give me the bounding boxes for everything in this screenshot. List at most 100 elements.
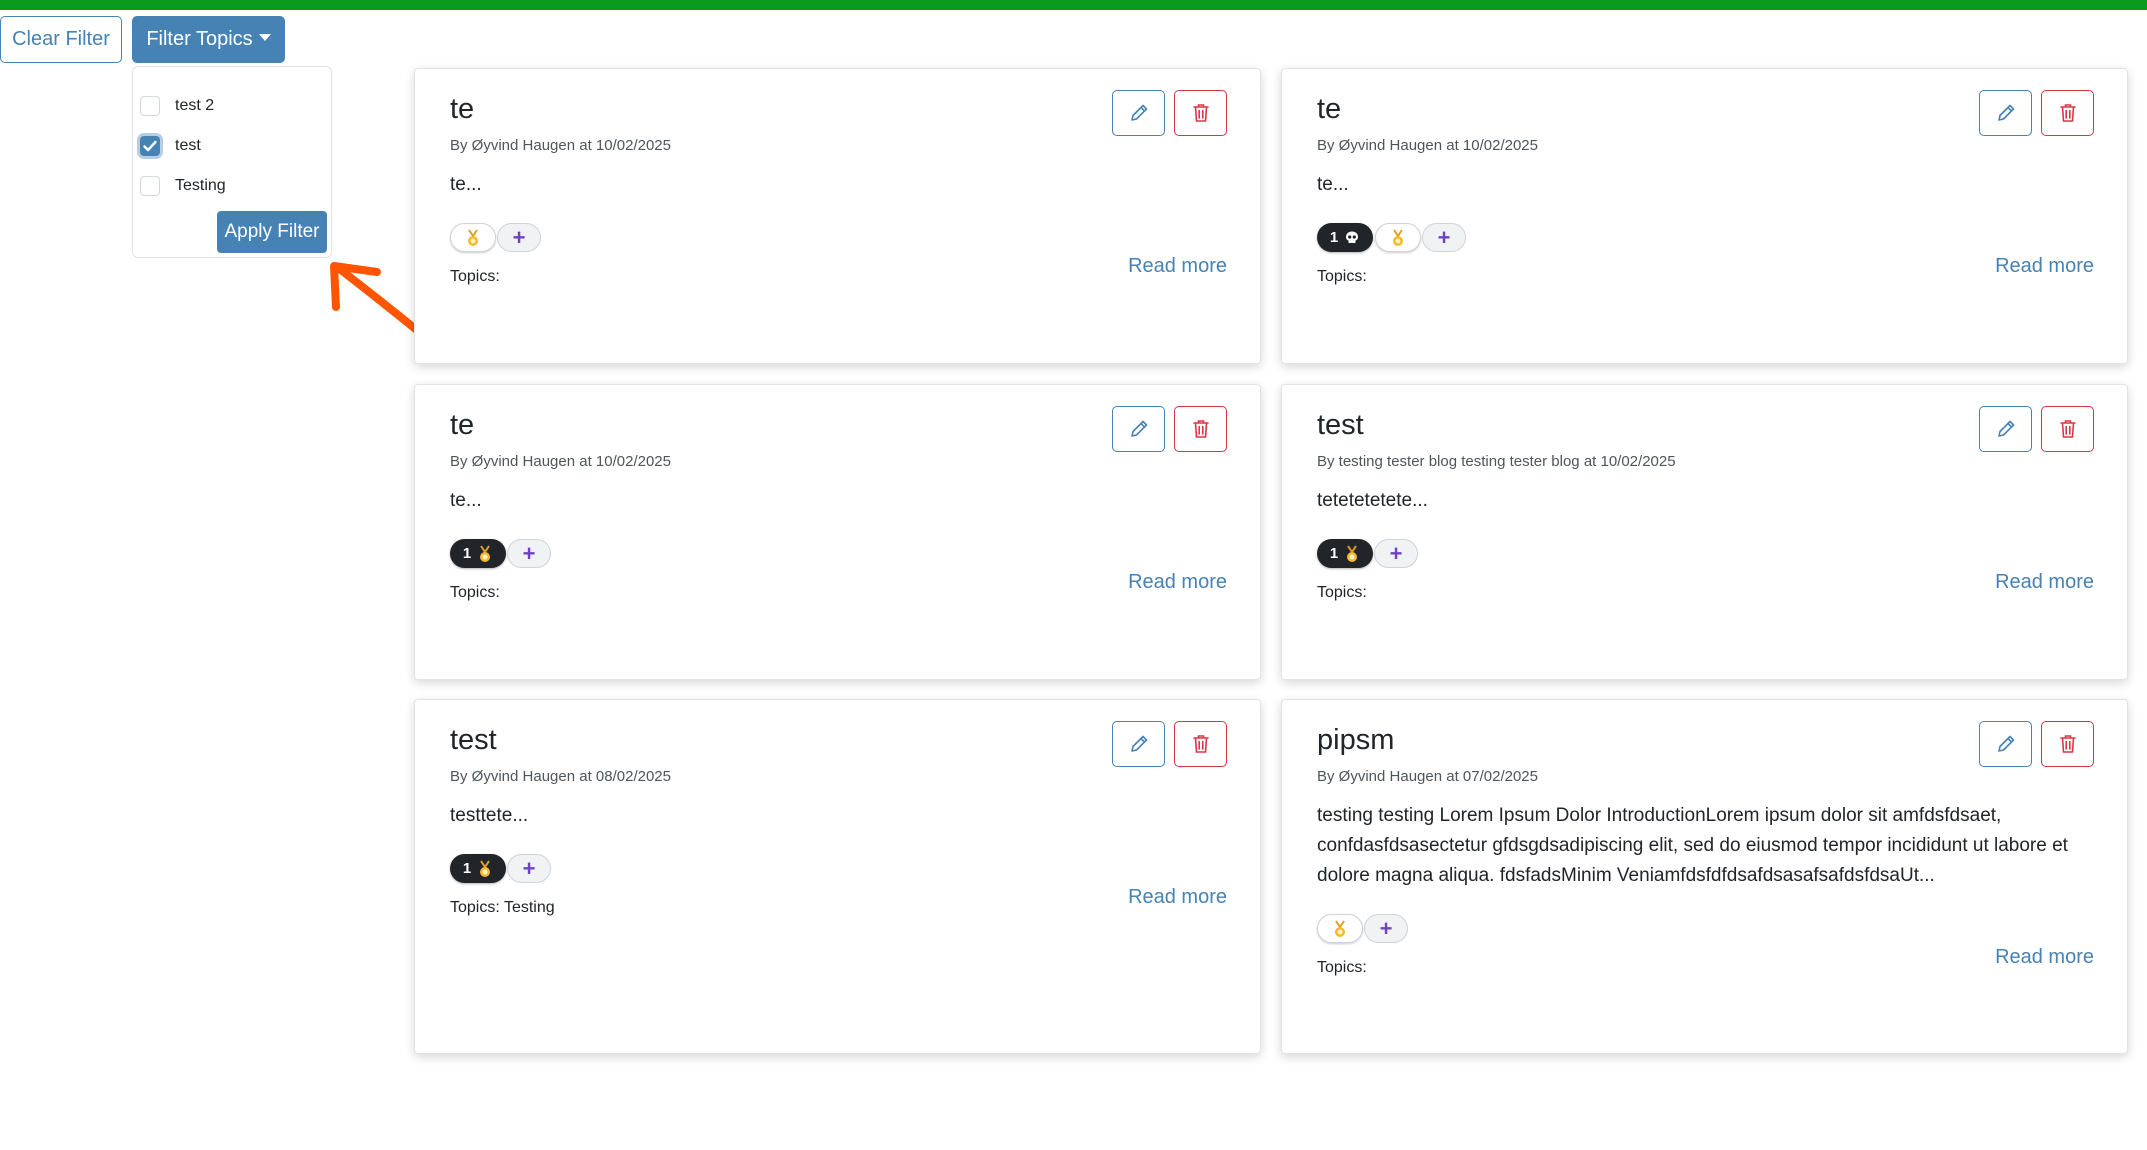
post-topics: Topics: Testing [450,899,555,916]
post-topics: Topics: [1317,584,1367,601]
checkmark-icon [143,140,157,152]
checkbox[interactable] [140,96,160,116]
reactions-bar: 1 + [1317,223,1466,252]
filter-option-testing[interactable]: Testing [140,171,226,201]
delete-post-button[interactable] [2041,90,2094,136]
filter-option-test-2[interactable]: test 2 [140,91,214,121]
add-reaction-button[interactable]: + [1422,223,1466,252]
post-topics: Topics: [450,268,500,285]
read-more-link[interactable]: Read more [1995,571,2094,594]
plus-icon: + [1437,224,1451,250]
read-more-link[interactable]: Read more [1995,255,2094,278]
reactions-bar: 1 + [1317,539,1418,568]
clear-filter-button[interactable]: Clear Filter [0,16,122,63]
read-more-link[interactable]: Read more [1128,886,1227,909]
edit-post-button[interactable] [1112,721,1165,767]
add-reaction-button[interactable]: + [507,539,551,568]
reaction-count: 1 [1329,545,1339,562]
post-meta: By Øyvind Haugen at 07/02/2025 [1317,768,1538,785]
apply-filter-button[interactable]: Apply Filter [217,211,327,253]
plus-icon: + [522,855,536,881]
reactions-bar: 1 + [450,539,551,568]
add-reaction-button[interactable]: + [1364,914,1408,943]
gold-medal-icon [480,544,491,562]
reaction-button[interactable] [1375,223,1421,252]
checkbox[interactable] [140,176,160,196]
post-title: te [450,409,475,441]
reaction-count: 1 [462,860,472,877]
filter-topics-dropdown: test 2 test Testing Apply Filter [132,66,332,258]
reaction-button[interactable] [1317,914,1363,943]
filter-topics-button[interactable]: Filter Topics [132,16,285,63]
pencil-icon [1997,104,2014,121]
add-reaction-button[interactable]: + [507,854,551,883]
read-more-link[interactable]: Read more [1995,946,2094,969]
pencil-icon [1130,104,1147,121]
trash-icon [1192,420,1209,438]
delete-post-button[interactable] [1174,721,1227,767]
add-reaction-button[interactable]: + [497,223,541,252]
filter-topics-label: Filter Topics [146,28,253,50]
post-excerpt: te... [450,174,482,195]
delete-post-button[interactable] [1174,406,1227,452]
reaction-count: 1 [462,545,472,562]
post-meta: By Øyvind Haugen at 08/02/2025 [450,768,671,785]
filter-option-label: test [175,137,201,154]
trash-icon [1192,735,1209,753]
pencil-icon [1130,735,1147,752]
edit-post-button[interactable] [1112,406,1165,452]
edit-post-button[interactable] [1979,90,2032,136]
reaction-count-badge[interactable]: 1 [1317,539,1373,568]
read-more-link[interactable]: Read more [1128,255,1227,278]
gold-medal-icon [1335,919,1345,937]
post-excerpt: te... [450,490,482,511]
post-excerpt: tetetetetete... [1317,490,1428,511]
post-title: te [450,93,475,125]
trash-icon [1192,104,1209,122]
post-card: te By Øyvind Haugen at 10/02/2025 te... … [414,68,1261,364]
reaction-count-badge[interactable]: 1 [450,854,506,883]
post-card: test By testing tester blog testing test… [1281,384,2128,680]
post-card: te By Øyvind Haugen at 10/02/2025 te... … [1281,68,2128,364]
reaction-count: 1 [1329,229,1339,246]
trash-icon [2059,104,2076,122]
read-more-link[interactable]: Read more [1128,571,1227,594]
filter-option-test[interactable]: test [140,131,201,161]
post-card: pipsm By Øyvind Haugen at 07/02/2025 tes… [1281,699,2128,1054]
gold-medal-icon [1393,228,1403,246]
reaction-count-badge[interactable]: 1 [1317,223,1373,252]
post-topics: Topics: [1317,959,1367,976]
add-reaction-button[interactable]: + [1374,539,1418,568]
delete-post-button[interactable] [2041,721,2094,767]
post-title: test [1317,409,1364,441]
post-excerpt: te... [1317,174,1349,195]
skull-icon [1346,231,1359,243]
post-title: pipsm [1317,724,1395,756]
plus-icon: + [522,540,536,566]
delete-post-button[interactable] [1174,90,1227,136]
gold-medal-icon [480,859,491,877]
pencil-icon [1997,420,2014,437]
edit-post-button[interactable] [1979,406,2032,452]
gold-medal-icon [1347,544,1358,562]
reactions-bar: + [450,223,541,252]
post-topics: Topics: [1317,268,1367,285]
reactions-bar: + [1317,914,1408,943]
edit-post-button[interactable] [1979,721,2032,767]
delete-post-button[interactable] [2041,406,2094,452]
plus-icon: + [1379,915,1393,941]
reactions-bar: 1 + [450,854,551,883]
post-topics: Topics: [450,584,500,601]
checkbox[interactable] [140,136,160,156]
post-excerpt: testtete... [450,805,529,826]
post-title: te [1317,93,1342,125]
plus-icon: + [512,224,526,250]
reaction-button[interactable] [450,223,496,252]
post-excerpt: testing testing Lorem Ipsum Dolor Introd… [1317,805,2068,886]
reaction-count-badge[interactable]: 1 [450,539,506,568]
post-meta: By Øyvind Haugen at 10/02/2025 [450,137,671,154]
post-meta: By Øyvind Haugen at 10/02/2025 [450,453,671,470]
filter-option-label: test 2 [175,97,215,114]
post-card: test By Øyvind Haugen at 08/02/2025 test… [414,699,1261,1054]
edit-post-button[interactable] [1112,90,1165,136]
